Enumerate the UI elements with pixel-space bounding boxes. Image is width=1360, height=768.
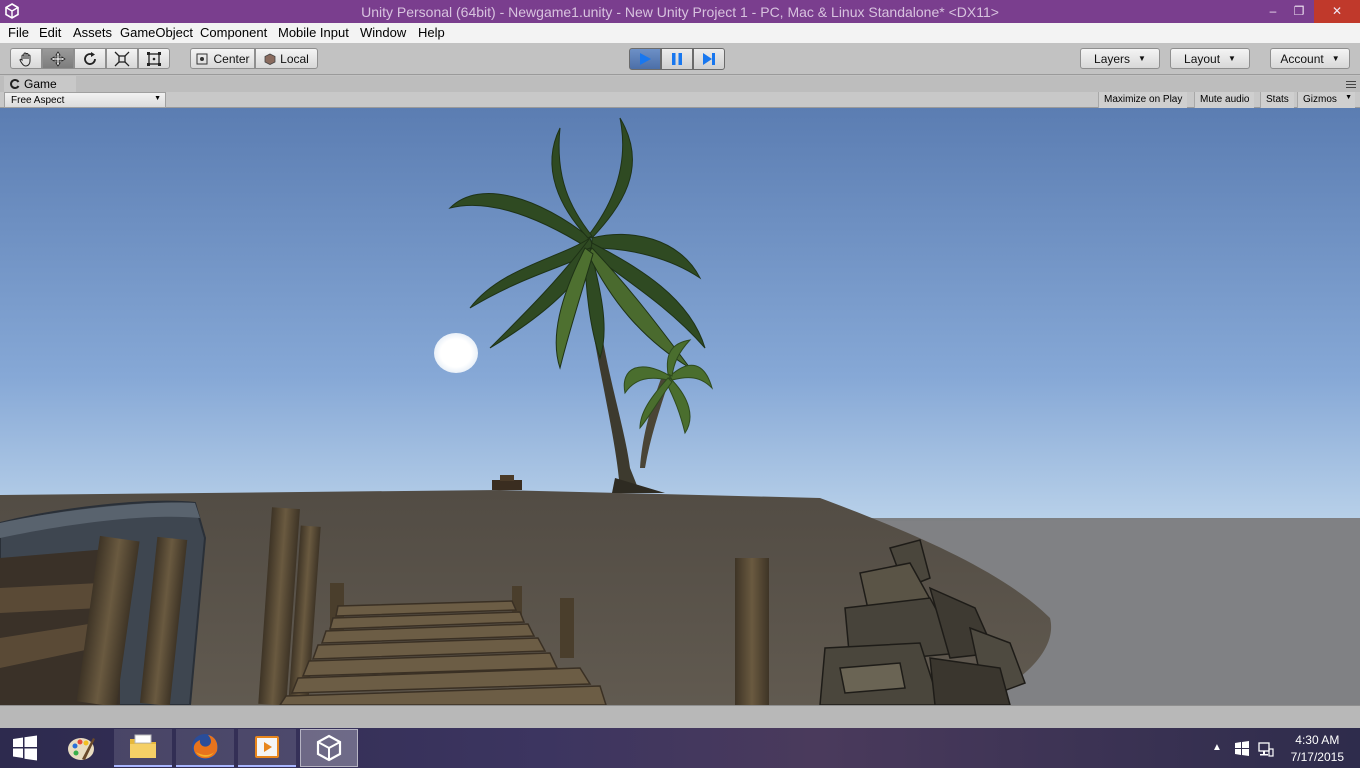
chevron-down-icon: ▼ — [1345, 94, 1352, 101]
play-icon — [640, 53, 651, 65]
show-hidden-icons-button[interactable]: ▲ — [1212, 742, 1222, 753]
network-icon[interactable] — [1258, 741, 1274, 757]
tab-game-label: Game — [24, 77, 57, 91]
game-controller-icon — [10, 79, 20, 89]
distant-hut — [492, 480, 522, 490]
mute-audio-toggle[interactable]: Mute audio — [1194, 92, 1255, 108]
stats-toggle[interactable]: Stats — [1260, 92, 1294, 108]
cube-icon — [264, 53, 276, 65]
file-explorer-icon — [130, 734, 156, 758]
island-scene — [0, 108, 1360, 705]
taskbar-firefox[interactable] — [176, 729, 234, 767]
panel-menu-icon[interactable] — [1346, 81, 1356, 88]
chevron-down-icon: ▼ — [1138, 54, 1146, 63]
taskbar-file-explorer[interactable] — [114, 729, 172, 767]
start-button[interactable] — [0, 729, 50, 767]
menu-assets[interactable]: Assets — [73, 25, 112, 40]
gizmos-label: Gizmos — [1303, 94, 1337, 105]
unity-icon — [316, 734, 342, 762]
taskbar-media-player[interactable] — [238, 729, 296, 767]
pivot-label: Center — [213, 51, 250, 66]
layout-label: Layout — [1184, 51, 1221, 66]
media-player-icon — [255, 736, 279, 758]
layout-dropdown[interactable]: Layout ▼ — [1170, 48, 1250, 69]
windows-logo-icon — [13, 735, 37, 761]
menu-file[interactable]: File — [8, 25, 29, 40]
move-tool-button[interactable] — [42, 48, 74, 69]
pivot-center-toggle[interactable]: Center — [190, 48, 255, 69]
menu-window[interactable]: Window — [360, 25, 406, 40]
gizmos-dropdown[interactable]: Gizmos ▼ — [1297, 92, 1355, 108]
space-local-toggle[interactable]: Local — [255, 48, 318, 69]
tab-game[interactable]: Game — [4, 76, 76, 93]
menu-mobile-input[interactable]: Mobile Input — [278, 25, 349, 40]
windows-taskbar: ▲ 4:30 AM 7/17/2015 — [0, 728, 1360, 768]
sun — [434, 333, 478, 373]
rotate-tool-button[interactable] — [74, 48, 106, 69]
chevron-down-icon: ▼ — [1331, 54, 1340, 63]
pivot-icon — [196, 53, 208, 64]
clock-date: 7/17/2015 — [1290, 750, 1344, 764]
menu-gameobject[interactable]: GameObject — [120, 25, 193, 40]
hand-icon — [19, 52, 31, 67]
panel-tab-bar: Game — [0, 76, 1360, 93]
play-button[interactable] — [629, 48, 661, 70]
chevron-down-icon: ▼ — [1228, 54, 1236, 63]
maximize-on-play-toggle[interactable]: Maximize on Play — [1098, 92, 1188, 108]
step-button[interactable] — [693, 48, 725, 70]
action-center-icon[interactable] — [1234, 741, 1250, 757]
taskbar-unity[interactable] — [300, 729, 358, 767]
firefox-icon — [192, 734, 218, 760]
rotate-icon — [84, 51, 96, 65]
rowboat — [0, 500, 207, 705]
scale-tool-button[interactable] — [106, 48, 138, 69]
status-bar — [0, 705, 1360, 728]
step-icon — [703, 53, 715, 65]
space-label: Local — [280, 51, 309, 66]
menu-edit[interactable]: Edit — [39, 25, 61, 40]
layers-dropdown[interactable]: Layers ▼ — [1080, 48, 1160, 69]
pause-icon — [672, 53, 682, 65]
title-bar: Unity Personal (64bit) - Newgame1.unity … — [0, 0, 1360, 23]
rect-tool-icon — [147, 51, 161, 66]
layers-label: Layers — [1094, 51, 1131, 66]
pause-button[interactable] — [661, 48, 693, 70]
menu-bar: File Edit Assets GameObject Component Mo… — [0, 23, 1360, 43]
system-clock[interactable]: 4:30 AM 7/17/2015 — [1291, 732, 1344, 766]
chevron-down-icon: ▼ — [154, 95, 161, 102]
taskbar-paint[interactable] — [52, 729, 110, 767]
restore-button[interactable]: ❐ — [1284, 0, 1314, 23]
account-label: Account — [1280, 51, 1324, 66]
clock-time: 4:30 AM — [1295, 733, 1340, 747]
game-view-toolbar: Free Aspect ▼ Maximize on Play Mute audi… — [0, 92, 1360, 108]
account-dropdown[interactable]: Account ▼ — [1270, 48, 1350, 69]
menu-help[interactable]: Help — [418, 25, 445, 40]
rect-tool-button[interactable] — [138, 48, 170, 69]
game-view-render[interactable] — [0, 108, 1360, 705]
window-title: Unity Personal (64bit) - Newgame1.unity … — [361, 4, 999, 20]
dock-post — [735, 558, 769, 705]
paint-icon — [68, 738, 95, 760]
hand-tool-button[interactable] — [10, 48, 42, 69]
scale-icon — [114, 51, 130, 66]
aspect-dropdown[interactable]: Free Aspect ▼ — [4, 92, 166, 108]
toolbar: Center Local Layers ▼ Layout ▼ Account ▼ — [0, 43, 1360, 75]
close-button[interactable]: ✕ — [1314, 0, 1360, 23]
move-icon — [50, 50, 66, 67]
aspect-label: Free Aspect — [11, 95, 65, 106]
menu-component[interactable]: Component — [200, 25, 267, 40]
